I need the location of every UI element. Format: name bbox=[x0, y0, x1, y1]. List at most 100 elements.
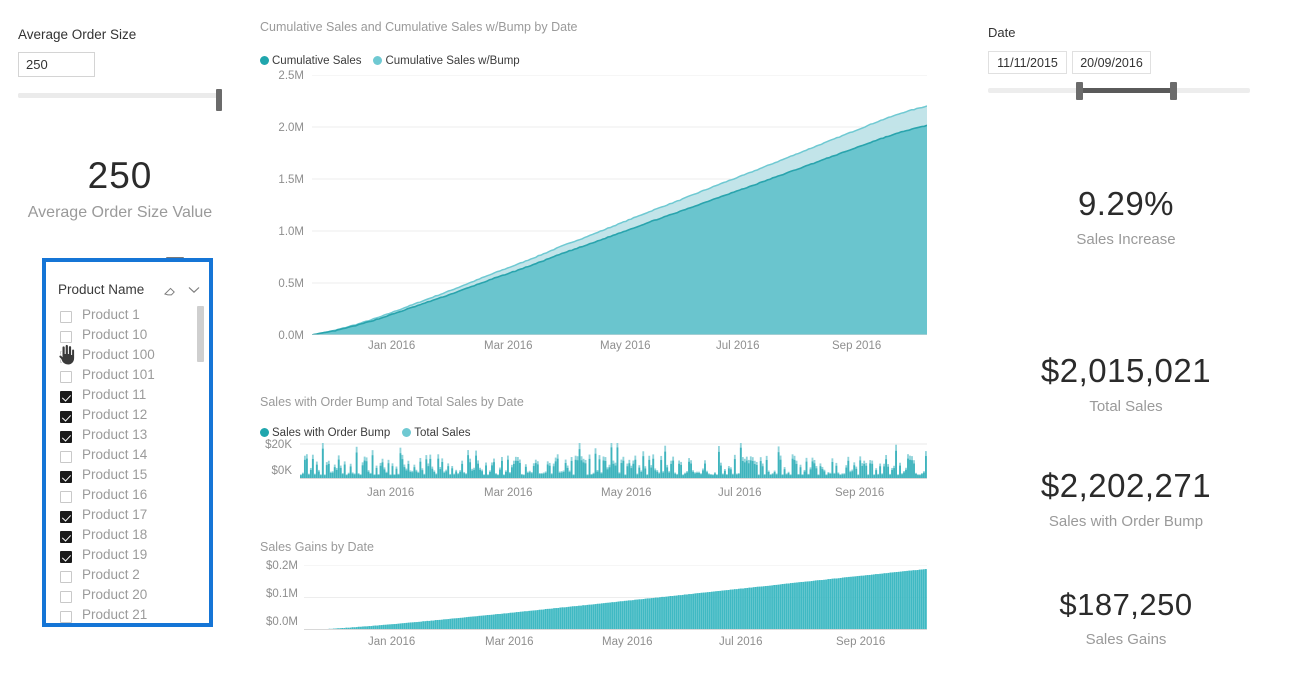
slicer-checkbox[interactable] bbox=[60, 511, 72, 523]
date-range-slider[interactable] bbox=[988, 82, 1250, 100]
kpi-value: $187,250 bbox=[1059, 587, 1193, 622]
slicer-item[interactable]: Product 21 bbox=[58, 607, 198, 623]
slicer-item[interactable]: Product 1 bbox=[58, 307, 198, 328]
legend-entry[interactable]: Cumulative Sales bbox=[260, 55, 361, 67]
y-axis-tick: $20K bbox=[265, 439, 292, 451]
legend-label: Total Sales bbox=[414, 427, 471, 439]
legend-entry[interactable]: Sales with Order Bump bbox=[260, 427, 390, 439]
kpi-card-sales-gains[interactable]: $187,250 Sales Gains bbox=[960, 587, 1292, 649]
x-axis-tick: Jul 2016 bbox=[716, 340, 760, 352]
slicer-item-label: Product 12 bbox=[82, 407, 148, 422]
slicer-checkbox[interactable] bbox=[60, 531, 72, 543]
slicer-item[interactable]: Product 12 bbox=[58, 407, 198, 428]
slicer-checkbox[interactable] bbox=[60, 571, 72, 583]
slicer-checkbox[interactable] bbox=[60, 451, 72, 463]
x-axis-tick: May 2016 bbox=[600, 340, 651, 352]
slicer-item-label: Product 19 bbox=[82, 547, 148, 562]
kpi-label: Sales Increase bbox=[1076, 231, 1176, 249]
chart1-plot-area bbox=[311, 74, 928, 336]
slicer-item[interactable]: Product 20 bbox=[58, 587, 198, 608]
slicer-item[interactable]: Product 13 bbox=[58, 427, 198, 448]
x-axis-tick: Jan 2016 bbox=[368, 636, 416, 648]
y-axis-tick: 2.0M bbox=[278, 122, 304, 134]
slicer-checkbox[interactable] bbox=[60, 311, 72, 323]
slicer-item[interactable]: Product 2 bbox=[58, 567, 198, 588]
x-axis-tick: Jan 2016 bbox=[367, 487, 415, 499]
x-axis-tick: May 2016 bbox=[602, 636, 653, 648]
sales-order-bump-chart[interactable]: Sales with Order Bump and Total Sales by… bbox=[260, 395, 940, 510]
slicer-item[interactable]: Product 11 bbox=[58, 387, 198, 408]
chart2-bars-svg bbox=[300, 443, 927, 479]
left-panel: Average Order Size 250 Average Order Siz… bbox=[0, 0, 240, 676]
slicer-item-label: Product 17 bbox=[82, 507, 148, 522]
chart1-legend: Cumulative Sales Cumulative Sales w/Bump bbox=[260, 51, 532, 69]
y-axis-tick: 0.5M bbox=[278, 278, 304, 290]
legend-label: Cumulative Sales w/Bump bbox=[385, 55, 520, 67]
slicer-item[interactable]: Product 17 bbox=[58, 507, 198, 528]
y-axis-tick: 1.5M bbox=[278, 174, 304, 186]
slicer-item[interactable]: Product 19 bbox=[58, 547, 198, 568]
slicer-checkbox[interactable] bbox=[60, 331, 72, 343]
slicer-checkbox[interactable] bbox=[60, 471, 72, 483]
chevron-down-icon[interactable] bbox=[188, 286, 200, 294]
date-from-input[interactable] bbox=[988, 51, 1067, 74]
slicer-item-label: Product 20 bbox=[82, 587, 148, 602]
kpi-card-sales-with-order-bump[interactable]: $2,202,271 Sales with Order Bump bbox=[960, 467, 1292, 531]
legend-entry[interactable]: Cumulative Sales w/Bump bbox=[373, 55, 520, 67]
chart3-plot-area bbox=[304, 564, 927, 631]
x-axis-tick: Sep 2016 bbox=[836, 636, 886, 648]
slicer-item-label: Product 14 bbox=[82, 447, 148, 462]
average-order-size-input[interactable] bbox=[18, 52, 95, 77]
legend-entry[interactable]: Total Sales bbox=[402, 427, 471, 439]
kpi-value: $2,202,271 bbox=[1040, 467, 1212, 504]
slicer-checkbox[interactable] bbox=[60, 411, 72, 423]
slicer-item[interactable]: Product 101 bbox=[58, 367, 198, 388]
legend-swatch bbox=[260, 56, 269, 65]
date-to-input[interactable] bbox=[1072, 51, 1151, 74]
slicer-item[interactable]: Product 18 bbox=[58, 527, 198, 548]
chart1-area-svg bbox=[311, 74, 928, 336]
x-axis-tick: Sep 2016 bbox=[832, 340, 882, 352]
slicer-checkbox[interactable] bbox=[60, 371, 72, 383]
kpi-label: Total Sales bbox=[1089, 398, 1163, 416]
y-axis-tick: $0K bbox=[271, 465, 292, 477]
slider-handle[interactable] bbox=[216, 89, 222, 111]
slicer-item[interactable]: Product 14 bbox=[58, 447, 198, 468]
date-slider-handle-start[interactable] bbox=[1076, 82, 1083, 100]
slicer-checkbox[interactable] bbox=[60, 591, 72, 603]
average-order-size-slider[interactable] bbox=[18, 89, 222, 111]
slicer-checkbox[interactable] bbox=[60, 491, 72, 503]
kpi-label: Sales with Order Bump bbox=[1048, 513, 1204, 531]
date-slider-handle-end[interactable] bbox=[1170, 82, 1177, 100]
slicer-checkbox[interactable] bbox=[60, 391, 72, 403]
slicer-checkbox[interactable] bbox=[60, 431, 72, 443]
y-axis-tick: 0.0M bbox=[278, 330, 304, 342]
kpi-value: $2,015,021 bbox=[1040, 352, 1212, 389]
slicer-item-label: Product 2 bbox=[82, 567, 140, 582]
x-axis-tick: Jan 2016 bbox=[368, 340, 416, 352]
hand-cursor-icon bbox=[58, 343, 76, 366]
x-axis-tick: Jul 2016 bbox=[719, 636, 763, 648]
slicer-item[interactable]: Product 15 bbox=[58, 467, 198, 488]
kpi-card-total-sales[interactable]: $2,015,021 Total Sales bbox=[960, 352, 1292, 416]
eraser-icon[interactable] bbox=[163, 284, 177, 298]
cumulative-sales-chart[interactable]: Cumulative Sales and Cumulative Sales w/… bbox=[260, 20, 940, 380]
legend-label: Cumulative Sales bbox=[272, 55, 362, 67]
date-slicer-label: Date bbox=[988, 25, 1016, 40]
legend-label: Sales with Order Bump bbox=[272, 427, 391, 439]
slicer-item-label: Product 100 bbox=[82, 347, 155, 362]
slicer-checkbox[interactable] bbox=[60, 611, 72, 623]
sales-gains-chart[interactable]: Sales Gains by Date $0.2M $0.1M $0.0M Jan … bbox=[260, 540, 940, 660]
slicer-checkbox[interactable] bbox=[60, 551, 72, 563]
kpi-label: Sales Gains bbox=[1085, 631, 1167, 649]
slicer-header: Product Name bbox=[58, 282, 206, 304]
slicer-item[interactable]: Product 16 bbox=[58, 487, 198, 508]
slicer-item[interactable]: Product 10 bbox=[58, 327, 198, 348]
average-order-size-value-label: Average Order Size Value bbox=[27, 204, 213, 221]
kpi-card-sales-increase[interactable]: 9.29% Sales Increase bbox=[960, 185, 1292, 249]
x-axis-tick: Sep 2016 bbox=[835, 487, 885, 499]
slicer-item-label: Product 15 bbox=[82, 467, 148, 482]
kpi-value: 9.29% bbox=[1077, 185, 1175, 222]
slicer-scrollbar-thumb[interactable] bbox=[197, 306, 204, 362]
slicer-item[interactable]: Product 100 bbox=[58, 347, 198, 368]
